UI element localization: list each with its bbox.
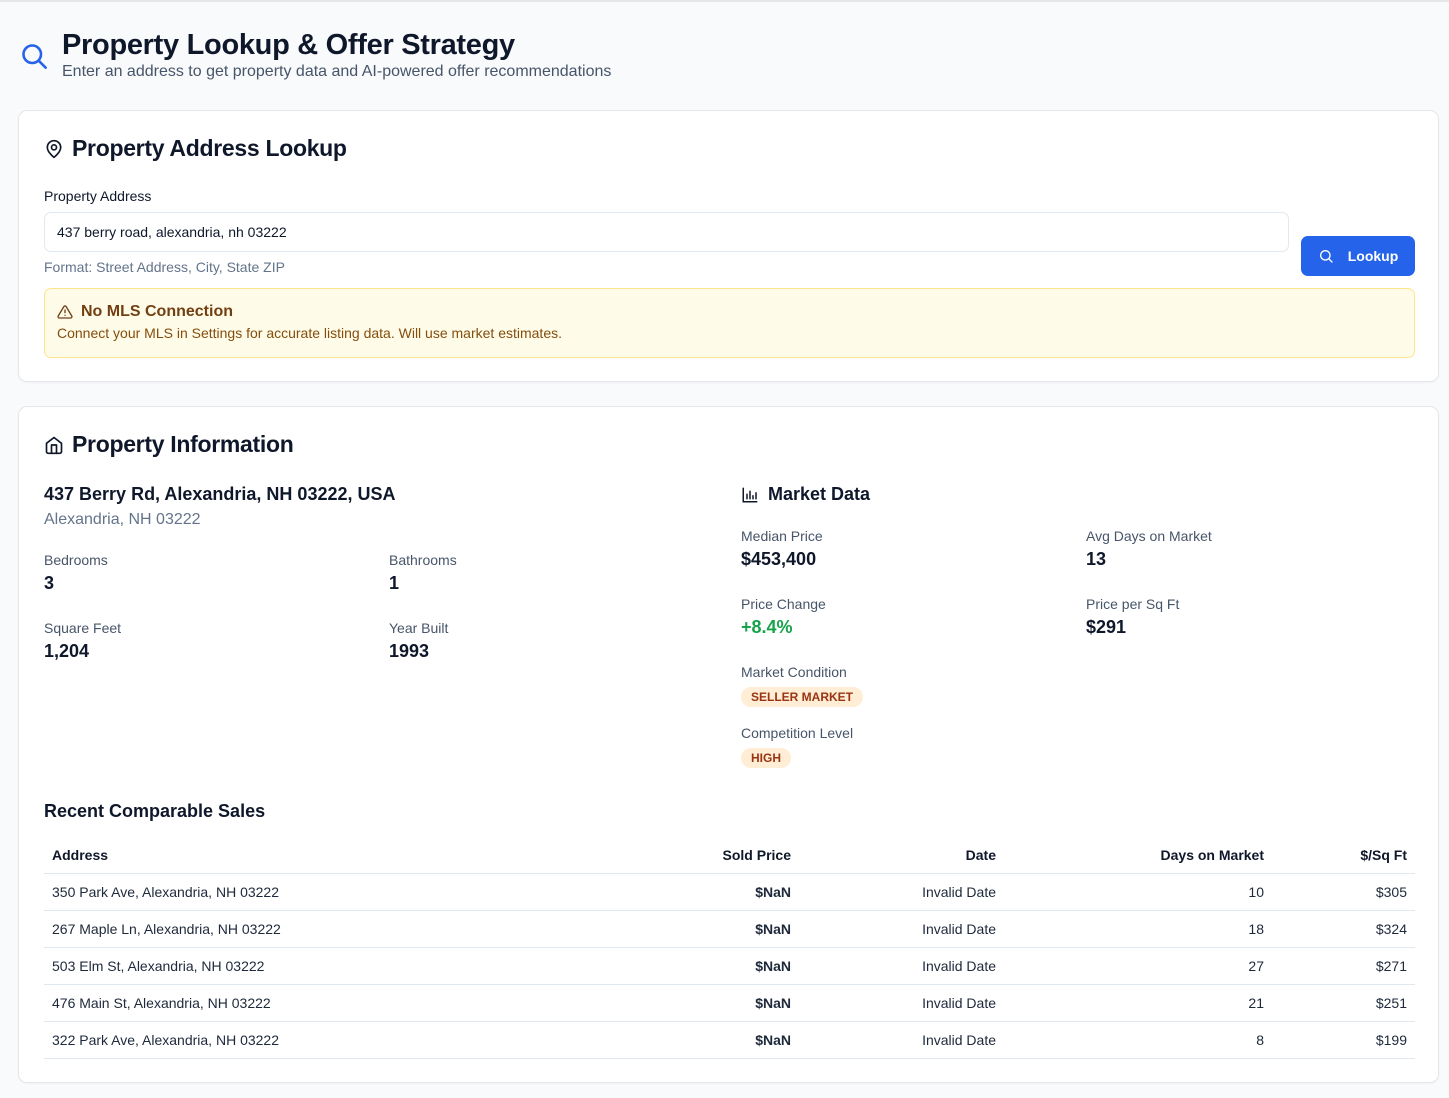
comp-sold-price: $NaN xyxy=(604,1021,799,1059)
search-icon xyxy=(1319,250,1333,263)
comp-price-per-sqft: $199 xyxy=(1272,1021,1415,1059)
bathrooms-label: Bathrooms xyxy=(389,552,457,568)
table-row: 476 Main St, Alexandria, NH 03222 $NaN I… xyxy=(44,984,1415,1022)
table-row: 322 Park Ave, Alexandria, NH 03222 $NaN … xyxy=(44,1021,1415,1059)
comp-date: Invalid Date xyxy=(799,873,1004,911)
market-data-title-text: Market Data xyxy=(768,484,871,504)
comp-date: Invalid Date xyxy=(799,1021,1004,1059)
property-address: 437 Berry Rd, Alexandria, NH 03222, USA xyxy=(44,484,396,504)
median-price-stat: Median Price $453,400 xyxy=(741,528,823,570)
comp-address: 267 Maple Ln, Alexandria, NH 03222 xyxy=(44,910,604,948)
bathrooms-stat: Bathrooms 1 xyxy=(389,552,457,594)
alert-title: No MLS Connection xyxy=(57,303,1402,321)
comp-price-per-sqft: $251 xyxy=(1272,984,1415,1022)
price-change-value: +8.4% xyxy=(741,617,793,637)
lookup-title-text: Property Address Lookup xyxy=(72,135,347,161)
address-lookup-card: Property Address Lookup Property Address… xyxy=(18,110,1439,382)
price-change-stat: Price Change +8.4% xyxy=(741,596,826,638)
competition-level-stat: Competition Level HIGH xyxy=(741,725,853,768)
page-header: Property Lookup & Offer Strategy Enter a… xyxy=(20,28,611,81)
market-condition-stat: Market Condition SELLER MARKET xyxy=(741,664,863,707)
bedrooms-stat: Bedrooms 3 xyxy=(44,552,108,594)
comp-address: 350 Park Ave, Alexandria, NH 03222 xyxy=(44,873,604,911)
lookup-button-label: Lookup xyxy=(1347,248,1399,264)
lookup-card-title: Property Address Lookup xyxy=(44,135,347,162)
market-condition-badge: SELLER MARKET xyxy=(741,687,863,707)
comp-date: Invalid Date xyxy=(799,984,1004,1022)
price-change-label: Price Change xyxy=(741,596,826,612)
price-per-sqft-value: $291 xyxy=(1086,617,1127,637)
comp-price-per-sqft: $324 xyxy=(1272,910,1415,948)
median-price-value: $453,400 xyxy=(741,549,817,569)
comp-sold-price: $NaN xyxy=(604,947,799,985)
sqft-label: Square Feet xyxy=(44,620,122,636)
property-card-title: Property Information xyxy=(44,431,294,458)
market-condition-label: Market Condition xyxy=(741,664,847,680)
comp-date: Invalid Date xyxy=(799,947,1004,985)
search-icon xyxy=(22,44,47,69)
bar-chart-icon xyxy=(742,487,758,502)
column-header-price-per-sqft: $/Sq Ft xyxy=(1272,837,1415,874)
price-per-sqft-label: Price per Sq Ft xyxy=(1086,596,1180,612)
mls-alert: No MLS Connection Connect your MLS in Se… xyxy=(44,288,1415,358)
competition-level-label: Competition Level xyxy=(741,725,854,741)
year-built-value: 1993 xyxy=(389,641,430,661)
column-header-sold-price: Sold Price xyxy=(604,837,799,874)
comp-days-on-market: 18 xyxy=(1004,910,1272,948)
home-icon xyxy=(45,436,63,454)
property-city: Alexandria, NH 03222 xyxy=(44,511,201,528)
comp-days-on-market: 8 xyxy=(1004,1021,1272,1059)
page-subtitle: Enter an address to get property data an… xyxy=(62,63,612,80)
lookup-button[interactable]: Lookup xyxy=(1301,236,1415,276)
sqft-value: 1,204 xyxy=(44,641,90,661)
table-row: 267 Maple Ln, Alexandria, NH 03222 $NaN … xyxy=(44,910,1415,948)
table-row: 350 Park Ave, Alexandria, NH 03222 $NaN … xyxy=(44,873,1415,911)
sqft-stat: Square Feet 1,204 xyxy=(44,620,121,662)
comp-price-per-sqft: $305 xyxy=(1272,873,1415,911)
warning-icon xyxy=(57,305,73,319)
bedrooms-value: 3 xyxy=(44,573,55,593)
column-header-date: Date xyxy=(799,837,1004,874)
comp-price-per-sqft: $271 xyxy=(1272,947,1415,985)
avg-dom-value: 13 xyxy=(1086,549,1107,569)
comparable-sales-title: Recent Comparable Sales xyxy=(44,801,266,821)
comparable-sales-table: Address Sold Price Date Days on Market $… xyxy=(44,837,1415,1059)
comp-days-on-market: 10 xyxy=(1004,873,1272,911)
comp-sold-price: $NaN xyxy=(604,984,799,1022)
address-format-hint: Format: Street Address, City, State ZIP xyxy=(44,259,285,275)
property-title-text: Property Information xyxy=(72,431,294,457)
bathrooms-value: 1 xyxy=(389,573,400,593)
year-built-stat: Year Built 1993 xyxy=(389,620,448,662)
comp-address: 503 Elm St, Alexandria, NH 03222 xyxy=(44,947,604,985)
page-title: Property Lookup & Offer Strategy xyxy=(62,29,515,61)
comp-sold-price: $NaN xyxy=(604,873,799,911)
comp-date: Invalid Date xyxy=(799,910,1004,948)
avg-dom-stat: Avg Days on Market 13 xyxy=(1086,528,1212,570)
median-price-label: Median Price xyxy=(741,528,823,544)
alert-title-text: No MLS Connection xyxy=(81,303,233,320)
avg-dom-label: Avg Days on Market xyxy=(1086,528,1212,544)
price-per-sqft-stat: Price per Sq Ft $291 xyxy=(1086,596,1179,638)
comp-sold-price: $NaN xyxy=(604,910,799,948)
bedrooms-label: Bedrooms xyxy=(44,552,108,568)
year-built-label: Year Built xyxy=(389,620,449,636)
column-header-days-on-market: Days on Market xyxy=(1004,837,1272,874)
address-field-label: Property Address xyxy=(44,188,152,204)
table-row: 503 Elm St, Alexandria, NH 03222 $NaN In… xyxy=(44,947,1415,985)
comp-days-on-market: 27 xyxy=(1004,947,1272,985)
comp-address: 476 Main St, Alexandria, NH 03222 xyxy=(44,984,604,1022)
competition-level-badge: HIGH xyxy=(741,748,791,768)
comp-address: 322 Park Ave, Alexandria, NH 03222 xyxy=(44,1021,604,1059)
table-header-row: Address Sold Price Date Days on Market $… xyxy=(44,837,1415,874)
address-input[interactable] xyxy=(44,212,1289,252)
property-info-card: Property Information 437 Berry Rd, Alexa… xyxy=(18,406,1439,1083)
market-data-title: Market Data xyxy=(741,484,870,505)
column-header-address: Address xyxy=(44,837,604,874)
comp-days-on-market: 21 xyxy=(1004,984,1272,1022)
alert-message: Connect your MLS in Settings for accurat… xyxy=(57,325,562,341)
map-pin-icon xyxy=(46,139,62,158)
